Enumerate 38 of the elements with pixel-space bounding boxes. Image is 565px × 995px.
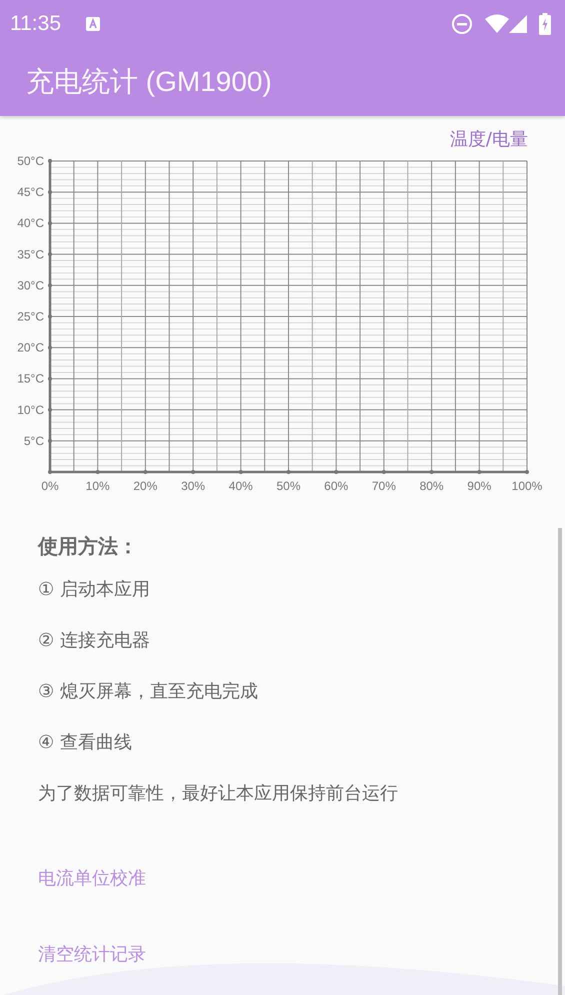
y-tick-label: 40°C <box>17 216 44 230</box>
x-tick-label: 40% <box>228 479 253 493</box>
x-tick-label: 90% <box>467 479 492 493</box>
scrollbar[interactable] <box>558 528 562 995</box>
usage-note: 为了数据可靠性，最好让本应用保持前台运行 <box>38 782 399 806</box>
y-tick-label: 15°C <box>17 372 44 386</box>
y-tick-label: 35°C <box>17 247 44 262</box>
x-tick-label: 100% <box>512 479 542 493</box>
y-tick-label: 30°C <box>17 278 44 292</box>
x-tick-label: 60% <box>324 479 348 493</box>
notification-icon <box>85 16 101 32</box>
x-tick-label: 10% <box>86 479 110 493</box>
y-tick-label: 45°C <box>17 185 44 200</box>
status-time: 11:35 <box>10 12 61 36</box>
x-tick-label: 50% <box>276 479 301 493</box>
y-tick-label: 5°C <box>24 434 44 448</box>
action-link[interactable]: 电流单位校准 <box>38 864 146 894</box>
x-tick-label: 30% <box>181 479 206 493</box>
x-tick-label: 80% <box>420 479 444 493</box>
y-tick-label: 50°C <box>17 154 44 168</box>
x-tick-label: 20% <box>133 479 158 493</box>
y-tick-label: 20°C <box>17 340 44 355</box>
x-tick-label: 0% <box>41 479 59 493</box>
battery-icon <box>539 13 551 35</box>
do-not-disturb-icon <box>451 13 473 35</box>
usage-step: ① 启动本应用 <box>38 564 565 615</box>
usage-step: ④ 查看曲线 <box>38 717 565 768</box>
x-tick-label: 70% <box>372 479 396 493</box>
app-title: 充电统计 (GM1900) <box>26 65 272 99</box>
wifi-icon <box>485 14 509 34</box>
signal-icon <box>509 15 527 33</box>
usage-step: ② 连接充电器 <box>38 615 565 666</box>
action-link[interactable]: 清空统计记录 <box>38 940 146 970</box>
y-tick-label: 25°C <box>17 310 44 324</box>
chart-title: 温度/电量 <box>450 128 528 150</box>
usage-heading: 使用方法： <box>38 533 139 560</box>
y-tick-label: 10°C <box>17 402 44 417</box>
usage-step: ③ 熄灭屏幕，直至充电完成 <box>38 666 565 717</box>
